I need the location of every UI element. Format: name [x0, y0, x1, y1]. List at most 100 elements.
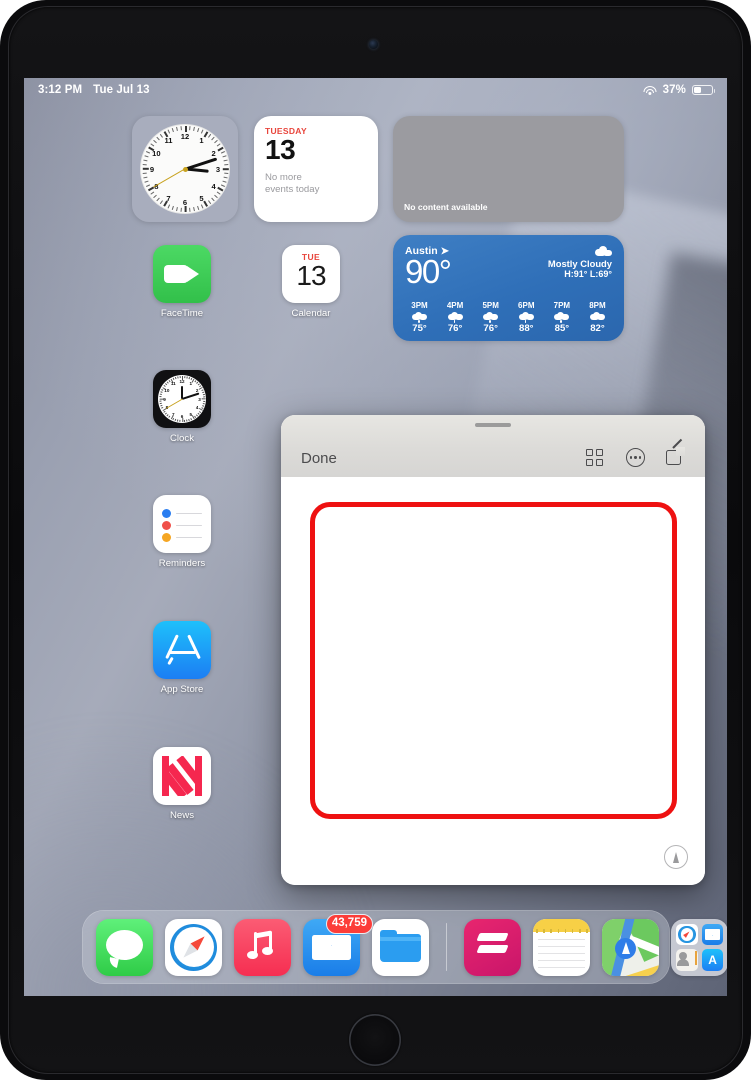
app-reminders[interactable]: Reminders	[151, 495, 213, 569]
clock-numeral: 5	[199, 193, 204, 203]
clock-tick	[193, 126, 195, 131]
app-facetime[interactable]: FaceTime	[151, 245, 213, 319]
clock-tick	[186, 419, 188, 422]
weather-hour-temp: 76°	[447, 323, 463, 334]
clock-tick	[211, 197, 215, 202]
clock-numeral: 11	[164, 136, 173, 146]
weather-hour-cell: 7PM 85°	[546, 301, 577, 334]
clock-tick	[211, 136, 215, 141]
clock-tick	[177, 419, 179, 422]
clock-tick	[216, 191, 221, 195]
files-icon	[372, 918, 429, 976]
status-date: Tue Jul 13	[93, 84, 150, 96]
clock-tick	[144, 180, 149, 183]
dock-app-messages[interactable]	[96, 918, 153, 976]
dock-recent-notes[interactable]	[533, 918, 591, 976]
clock-tick	[156, 136, 160, 141]
clock-tick	[189, 207, 191, 212]
clock-tick	[182, 418, 184, 422]
rain-cloud-icon	[554, 312, 570, 324]
empty-widget-message: No content available	[404, 202, 488, 212]
front-camera	[369, 40, 378, 49]
ellipsis-circle-icon[interactable]	[626, 448, 645, 467]
drag-handle[interactable]	[475, 423, 511, 427]
overlay-toolbar-actions	[586, 438, 685, 467]
weather-hour-cell: 8PM 82°	[582, 301, 613, 334]
app-label: App Store	[160, 684, 204, 695]
clock-numeral: 10	[152, 148, 161, 158]
weather-hourly-forecast: 3PM 75° 4PM 76° 5PM 76° 6PM 88° 7PM 85° 8PM 82°	[404, 301, 613, 334]
clock-tick	[220, 151, 225, 154]
markup-button[interactable]	[664, 845, 688, 869]
app-label: News	[170, 810, 194, 821]
calendar-icon-day: 13	[296, 260, 326, 291]
calendar-widget-note: No more events today	[265, 172, 367, 196]
weather-hour-temp: 88°	[519, 323, 534, 334]
clock-tick	[214, 139, 218, 144]
ipad-device: 3:12 PM Tue Jul 13 37% 1 2 3 4 5 6 7 8 9 10 11 12	[0, 0, 751, 1080]
app-label: Reminders	[158, 558, 206, 569]
app-clock[interactable]: 123456789101112 Clock	[151, 370, 213, 444]
clock-tick	[208, 133, 212, 138]
messages-icon	[96, 918, 153, 976]
notes-icon	[533, 918, 591, 976]
clock-tick	[202, 402, 205, 405]
reminders-icon	[153, 495, 211, 553]
clock-tick	[143, 176, 148, 179]
clock-numeral: 12	[179, 379, 185, 384]
weather-hour-cell: 5PM 76°	[475, 301, 506, 334]
app-news[interactable]: News	[151, 747, 213, 821]
app-app-store[interactable]: App Store	[151, 621, 213, 695]
clock-tick	[202, 393, 205, 396]
calendar-widget[interactable]: TUESDAY 13 No more events today	[254, 116, 378, 222]
clock-tick	[202, 405, 205, 407]
clock-face: 1 2 3 4 5 6 7 8 9 10 11 12	[140, 124, 230, 214]
clock-tick	[171, 127, 174, 133]
dock-recent-shortcuts[interactable]	[464, 918, 522, 976]
clock-numeral: 3	[198, 396, 201, 402]
clock-tick	[208, 200, 212, 205]
facetime-icon	[153, 245, 211, 303]
weather-hour-temp: 85°	[554, 323, 570, 334]
dock-app-files[interactable]	[372, 918, 429, 976]
clock-numeral: 11	[170, 381, 176, 387]
overlay-content-area[interactable]	[281, 477, 705, 885]
app-calendar[interactable]: TUE 13 Calendar	[280, 245, 342, 319]
clock-numeral: 12	[180, 132, 190, 141]
done-button[interactable]: Done	[301, 450, 337, 467]
cloud-icon	[589, 312, 605, 322]
clock-icon: 123456789101112	[153, 370, 211, 428]
status-time: 3:12 PM	[38, 84, 83, 96]
weather-hour-time: 4PM	[446, 301, 464, 310]
compose-icon[interactable]	[666, 438, 685, 467]
dock-app-safari[interactable]	[165, 918, 222, 976]
clock-numeral: 2	[211, 148, 216, 158]
clock-widget[interactable]: 1 2 3 4 5 6 7 8 9 10 11 12	[132, 116, 238, 222]
dock-recent-folder[interactable]: A	[671, 918, 727, 976]
clock-tick	[144, 155, 149, 158]
folder-mini-contacts	[676, 949, 698, 971]
dock-app-music[interactable]	[234, 918, 291, 976]
clock-numeral: 1	[189, 381, 193, 387]
clock-numeral: 9	[149, 165, 155, 174]
clock-tick	[180, 126, 182, 131]
empty-widget[interactable]: No content available	[393, 116, 624, 222]
clock-tick	[171, 205, 174, 211]
clock-numeral: 7	[166, 193, 171, 203]
clock-tick	[197, 412, 200, 415]
grid-icon[interactable]	[586, 448, 605, 467]
weather-condition-block: Mostly Cloudy H:91° L:69°	[548, 245, 612, 279]
dock-app-mail[interactable]: 43,759	[303, 913, 373, 976]
clock-tick	[224, 164, 229, 166]
dock-recent-maps[interactable]	[602, 918, 660, 976]
folder-mini-mail	[701, 923, 724, 945]
clock-tick	[197, 205, 200, 211]
rain-cloud-icon	[412, 312, 427, 324]
clock-tick	[179, 376, 181, 379]
safari-icon	[165, 918, 222, 976]
calendar-note-line2: events today	[265, 184, 320, 196]
home-button[interactable]	[349, 1014, 401, 1066]
dock: 43,759 A	[82, 910, 727, 984]
weather-hour-time: 6PM	[518, 301, 535, 310]
weather-widget[interactable]: Austin ➤ 90° Mostly Cloudy H:91° L:69° 3…	[393, 235, 624, 341]
